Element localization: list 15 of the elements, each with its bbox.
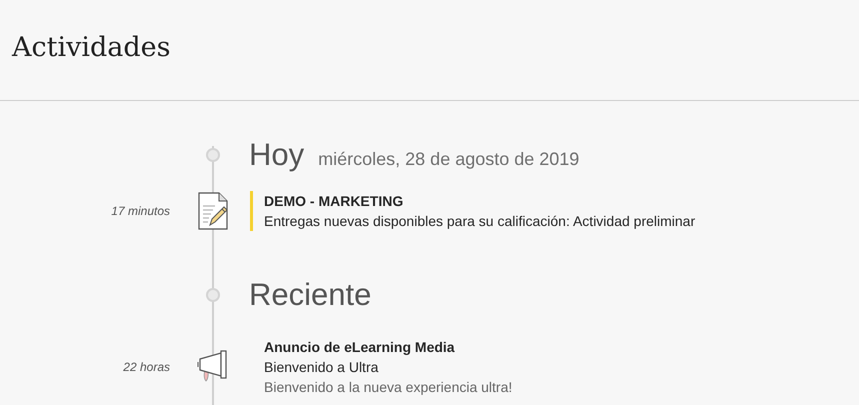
activity-title[interactable]: Anuncio de eLearning Media bbox=[264, 337, 859, 357]
timeline-node bbox=[206, 288, 220, 302]
activity-time: 17 minutos bbox=[110, 204, 171, 218]
activity-text: Entregas nuevas disponibles para su calificación: Actividad preliminar bbox=[264, 212, 696, 231]
timeline-node bbox=[206, 148, 220, 162]
section-date: miércoles, 28 de agosto de 2019 bbox=[318, 149, 580, 170]
activity-time: 22 horas bbox=[122, 360, 171, 374]
activity-text: Bienvenido a Ultra bbox=[264, 358, 380, 377]
section-heading: Hoy bbox=[249, 137, 304, 173]
activity-text: Bienvenido a la nueva experiencia ultra! bbox=[264, 378, 514, 397]
section-heading: Reciente bbox=[249, 277, 372, 313]
megaphone-icon bbox=[197, 350, 229, 384]
page-title: Actividades bbox=[12, 32, 170, 64]
activity-title[interactable]: DEMO - MARKETING bbox=[264, 191, 859, 211]
document-pencil-icon bbox=[198, 192, 228, 230]
